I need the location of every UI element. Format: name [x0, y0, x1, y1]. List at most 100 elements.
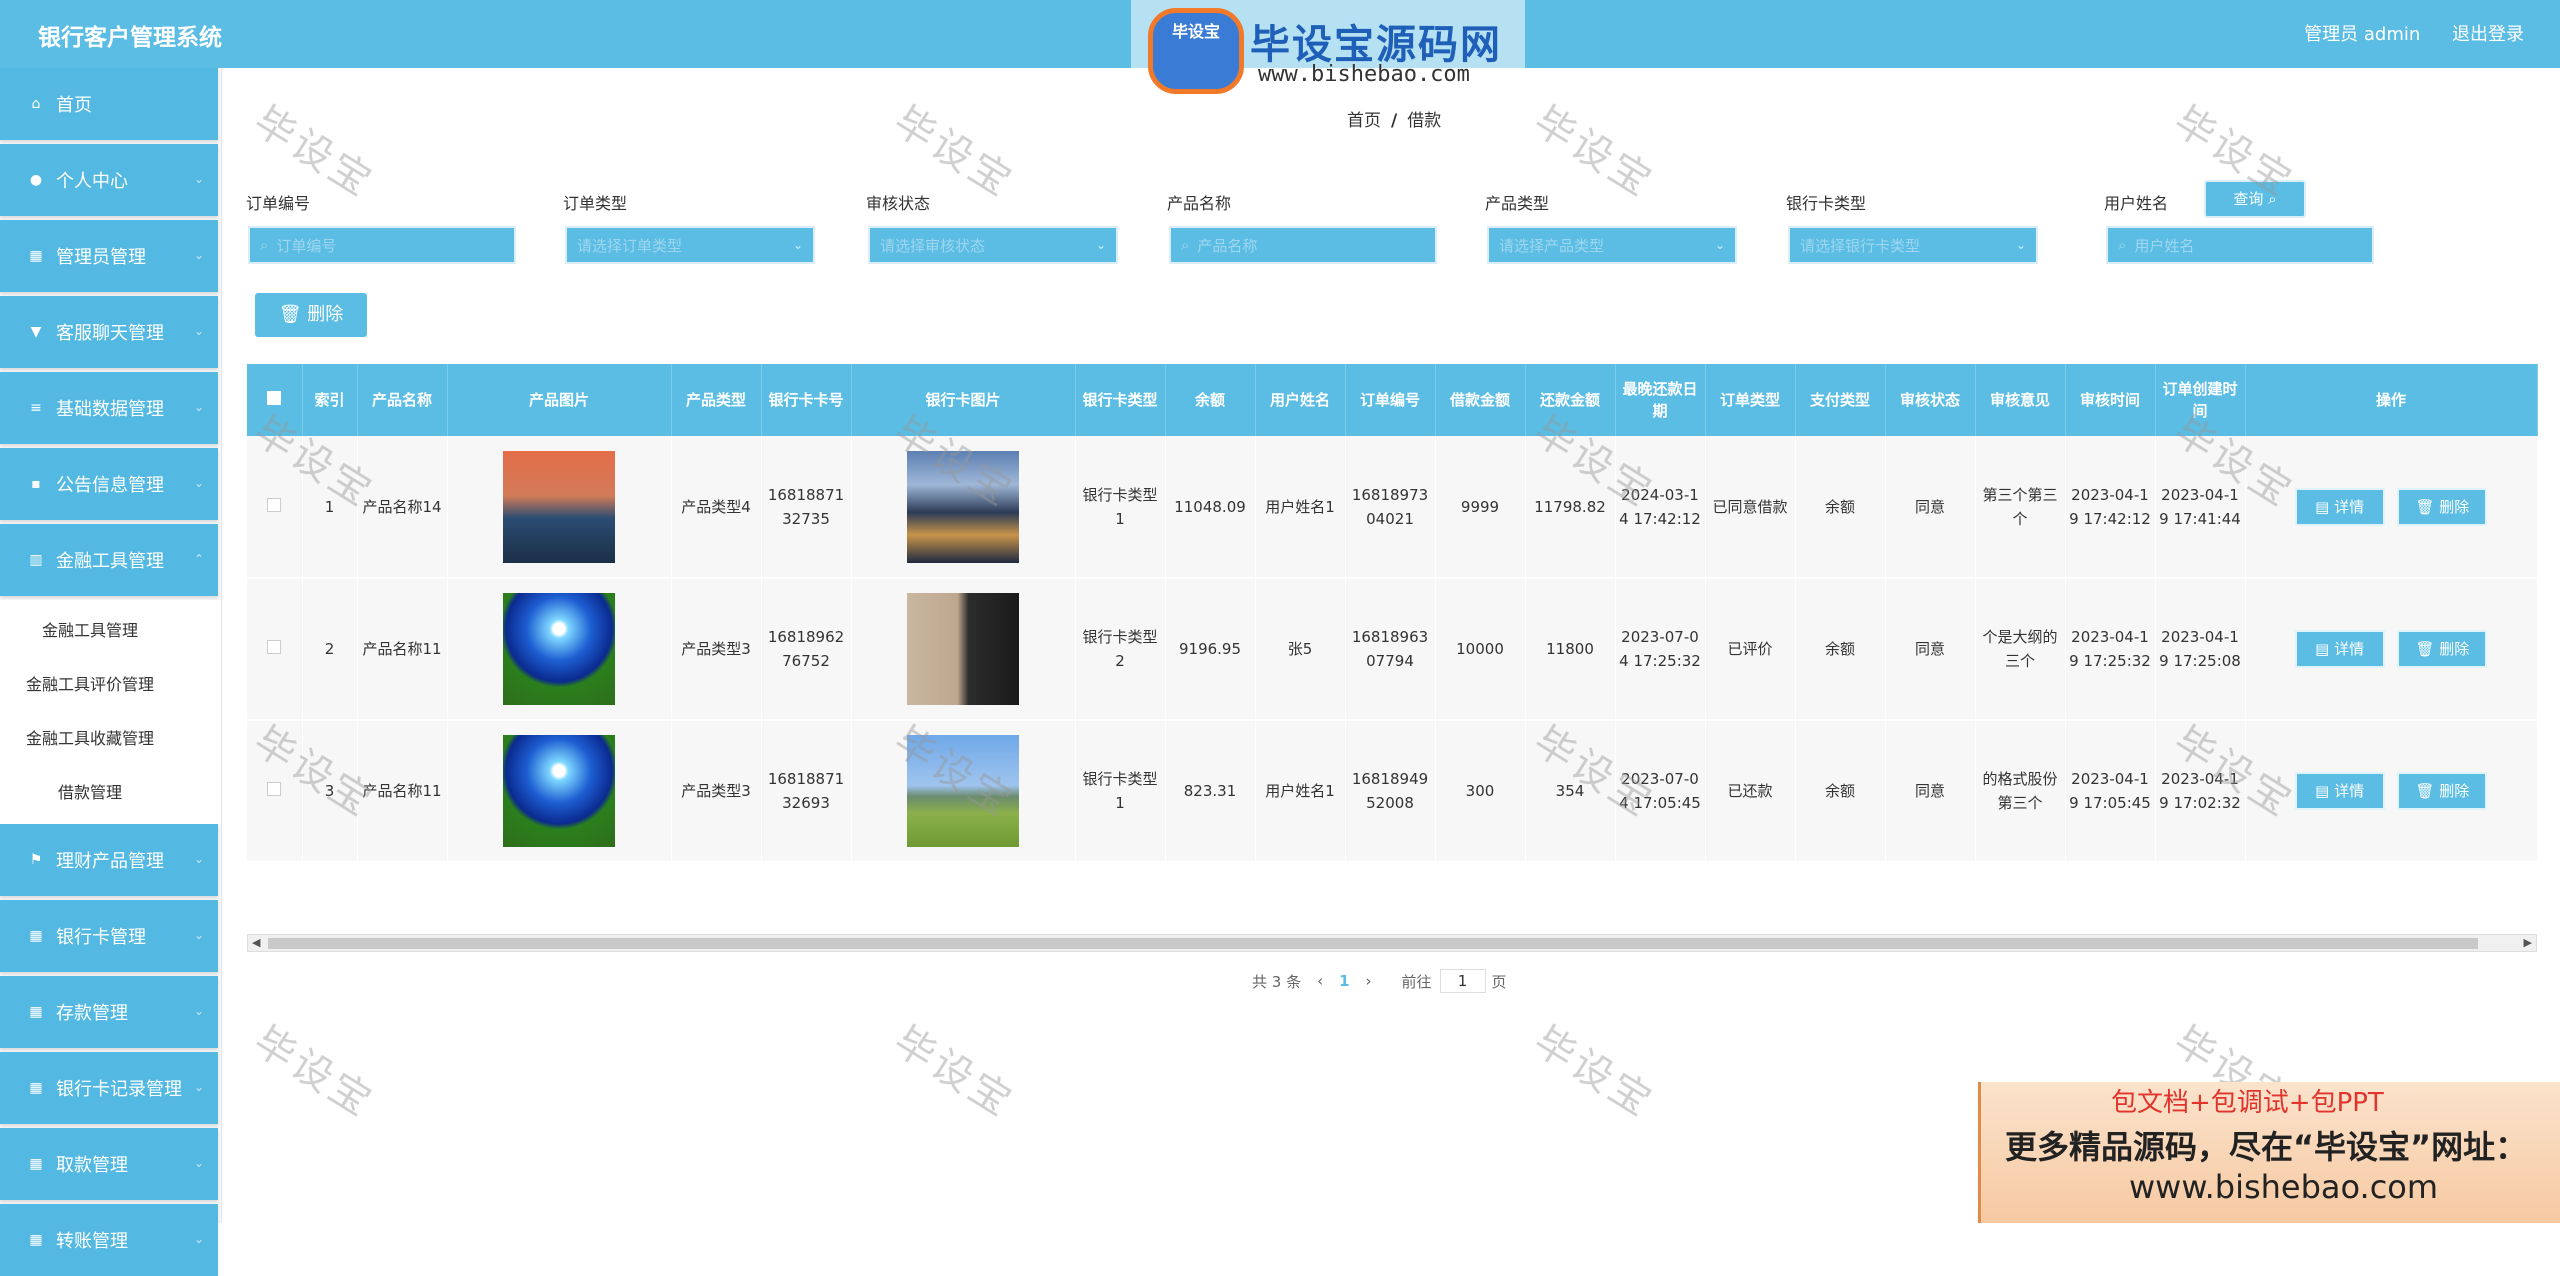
user-name-input[interactable]: ⌕ 用户姓名 — [2106, 226, 2374, 264]
sidebar-item-deposits[interactable]: ▦ 存款管理 ⌄ — [0, 976, 218, 1048]
chevron-down-icon: ⌄ — [193, 1004, 204, 1018]
sidebar-item-personal-center[interactable]: ● 个人中心 ⌄ — [0, 144, 218, 216]
scroll-left-icon[interactable]: ◀ — [252, 936, 260, 949]
checkbox[interactable] — [267, 640, 282, 654]
row-checkbox[interactable] — [247, 720, 303, 863]
goto-page-input[interactable]: 1 — [1439, 969, 1486, 993]
filter-label-card-type: 银行卡类型 — [1786, 194, 1867, 213]
sidebar-item-notice[interactable]: ▪ 公告信息管理 ⌄ — [0, 448, 218, 520]
cell-product-type: 产品类型3 — [671, 578, 762, 721]
scroll-right-icon[interactable]: ▶ — [2524, 936, 2532, 949]
horizontal-scrollbar[interactable]: ◀ ▶ — [247, 934, 2537, 952]
submenu-item-loans[interactable]: 借款管理 — [0, 766, 221, 820]
column-header[interactable]: 银行卡卡号 — [761, 364, 852, 436]
column-header[interactable]: 还款金额 — [1525, 364, 1616, 436]
checkbox[interactable] — [267, 497, 282, 512]
column-header[interactable]: 支付类型 — [1795, 364, 1886, 436]
column-header[interactable]: 用户姓名 — [1255, 364, 1346, 436]
order-no-placeholder: 订单编号 — [276, 236, 337, 255]
submenu-item-finance-tool-reviews[interactable]: 金融工具评价管理 — [0, 658, 221, 712]
submenu-item-finance-tools[interactable]: 金融工具管理 — [0, 604, 221, 658]
product-image[interactable] — [503, 735, 615, 847]
next-page-icon[interactable]: › — [1366, 972, 1372, 990]
column-header[interactable]: 审核时间 — [2065, 364, 2156, 436]
scrollbar-thumb[interactable] — [268, 938, 2478, 949]
query-button[interactable]: 查询 ⌕ — [2204, 180, 2306, 218]
card-image[interactable] — [907, 593, 1019, 705]
sidebar-item-withdrawals[interactable]: ▦ 取款管理 ⌄ — [0, 1128, 218, 1200]
row-delete-button[interactable]: 🗑 删除 — [2397, 772, 2488, 810]
sidebar-item-wealth-products[interactable]: ⚑ 理财产品管理 ⌄ — [0, 824, 218, 896]
product-image[interactable] — [503, 450, 615, 563]
column-header[interactable]: 订单创建时间 — [2155, 364, 2246, 436]
cell-pay-type: 余额 — [1795, 436, 1886, 579]
sidebar-item-label: 客服聊天管理 — [56, 323, 164, 344]
batch-delete-button[interactable]: 🗑 删除 — [255, 293, 367, 337]
table-row: 3 产品名称11 产品类型3 1681887132693 银行卡类型1 823.… — [247, 720, 2538, 863]
detail-button[interactable]: ▤ 详情 — [2294, 630, 2385, 668]
current-page-number[interactable]: 1 — [1339, 972, 1349, 990]
product-type-select[interactable]: 请选择产品类型 ⌄ — [1487, 226, 1737, 264]
chevron-down-icon: ⌄ — [792, 238, 803, 252]
cell-order-type: 已还款 — [1705, 720, 1796, 863]
cell-card-no: 1681887132735 — [761, 436, 852, 579]
detail-button[interactable]: ▤ 详情 — [2294, 772, 2385, 810]
column-header[interactable]: 银行卡类型 — [1075, 364, 1166, 436]
sidebar-item-admin[interactable]: ▦ 管理员管理 ⌄ — [0, 220, 218, 292]
column-header[interactable]: 余额 — [1165, 364, 1256, 436]
cell-audit-status: 同意 — [1885, 436, 1976, 579]
column-header[interactable]: 订单类型 — [1705, 364, 1796, 436]
row-delete-button[interactable]: 🗑 删除 — [2397, 630, 2488, 668]
admin-user-label[interactable]: 管理员 admin — [2304, 24, 2420, 45]
column-header[interactable]: 产品类型 — [671, 364, 762, 436]
filter-label-order-no: 订单编号 — [246, 194, 311, 213]
sidebar-item-label: 公告信息管理 — [56, 475, 164, 496]
order-type-select[interactable]: 请选择订单类型 ⌄ — [565, 226, 815, 264]
checkbox[interactable] — [267, 782, 282, 796]
breadcrumb-home[interactable]: 首页 — [1347, 111, 1381, 131]
cell-card-type: 银行卡类型1 — [1075, 720, 1166, 863]
sidebar-item-bank-cards[interactable]: ▦ 银行卡管理 ⌄ — [0, 900, 218, 972]
row-checkbox[interactable] — [247, 578, 303, 721]
sidebar-item-transfers[interactable]: ▦ 转账管理 ⌄ — [0, 1204, 218, 1276]
sidebar-item-finance-tools[interactable]: ▥ 金融工具管理 ⌃ — [0, 524, 218, 596]
select-all-checkbox[interactable] — [247, 364, 303, 436]
submenu-item-finance-tool-favorites[interactable]: 金融工具收藏管理 — [0, 712, 221, 766]
cell-index: 1 — [302, 436, 358, 579]
card-type-select[interactable]: 请选择银行卡类型 ⌄ — [1788, 226, 2038, 264]
sidebar-item-chat[interactable]: ▼ 客服聊天管理 ⌄ — [0, 296, 218, 368]
cell-card-image — [851, 720, 1076, 863]
product-image[interactable] — [503, 593, 615, 705]
column-header[interactable]: 借款金额 — [1435, 364, 1526, 436]
cell-audit-time: 2023-04-19 17:05:45 — [2065, 720, 2156, 863]
checkbox[interactable] — [267, 391, 282, 405]
grid-icon: ▦ — [29, 1232, 43, 1248]
cell-order-no: 1681894952008 — [1345, 720, 1436, 863]
column-header[interactable]: 索引 — [302, 364, 358, 436]
column-header[interactable]: 产品图片 — [447, 364, 672, 436]
column-header[interactable]: 最晚还款日期 — [1615, 364, 1706, 436]
page-unit-label: 页 — [1491, 972, 1507, 991]
column-header[interactable]: 审核状态 — [1885, 364, 1976, 436]
sidebar-item-base-data[interactable]: ≡ 基础数据管理 ⌄ — [0, 372, 218, 444]
trash-icon: 🗑 — [2415, 782, 2435, 800]
detail-button-label: 详情 — [2334, 782, 2365, 800]
column-header[interactable]: 银行卡图片 — [851, 364, 1076, 436]
product-name-input[interactable]: ⌕ 产品名称 — [1169, 226, 1437, 264]
column-header[interactable]: 审核意见 — [1975, 364, 2066, 436]
row-delete-button[interactable]: 🗑 删除 — [2397, 487, 2488, 526]
detail-button[interactable]: ▤ 详情 — [2294, 487, 2385, 526]
column-header[interactable]: 产品名称 — [357, 364, 448, 436]
logout-link[interactable]: 退出登录 — [2452, 24, 2524, 45]
card-image[interactable] — [907, 735, 1019, 847]
prev-page-icon[interactable]: ‹ — [1317, 972, 1323, 990]
table-row: 1 产品名称14 产品类型4 1681887132735 银行卡类型1 1104… — [247, 436, 2538, 579]
row-checkbox[interactable] — [247, 436, 303, 579]
column-header[interactable]: 订单编号 — [1345, 364, 1436, 436]
card-image[interactable] — [907, 450, 1019, 563]
order-no-input[interactable]: ⌕ 订单编号 — [248, 226, 516, 264]
sidebar-item-home[interactable]: ⌂ 首页 — [0, 68, 218, 140]
sidebar-item-card-records[interactable]: ▦ 银行卡记录管理 ⌄ — [0, 1052, 218, 1124]
audit-status-select[interactable]: 请选择审核状态 ⌄ — [868, 226, 1118, 264]
filter-label-order-type: 订单类型 — [563, 194, 628, 213]
